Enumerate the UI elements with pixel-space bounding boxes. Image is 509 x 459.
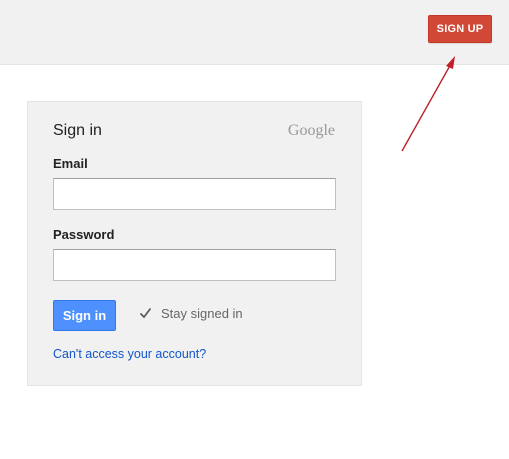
stay-signed-in-label: Stay signed in	[161, 306, 243, 321]
password-label: Password	[53, 227, 115, 242]
stay-signed-in[interactable]: Stay signed in	[138, 306, 243, 321]
sign-in-card: Sign in Google Email Password Sign in St…	[27, 101, 362, 386]
email-field[interactable]	[53, 178, 336, 210]
sign-up-button[interactable]: SIGN UP	[428, 15, 492, 43]
top-bar: SIGN UP	[0, 0, 509, 65]
email-label: Email	[53, 156, 88, 171]
google-logo: Google	[287, 122, 335, 139]
sign-in-button[interactable]: Sign in	[53, 300, 116, 331]
check-icon[interactable]	[138, 306, 153, 321]
cant-access-account-link[interactable]: Can't access your account?	[53, 347, 206, 361]
password-field[interactable]	[53, 249, 336, 281]
page: SIGN UP Sign in Google Email Password Si…	[0, 0, 509, 459]
card-title: Sign in	[53, 122, 102, 139]
